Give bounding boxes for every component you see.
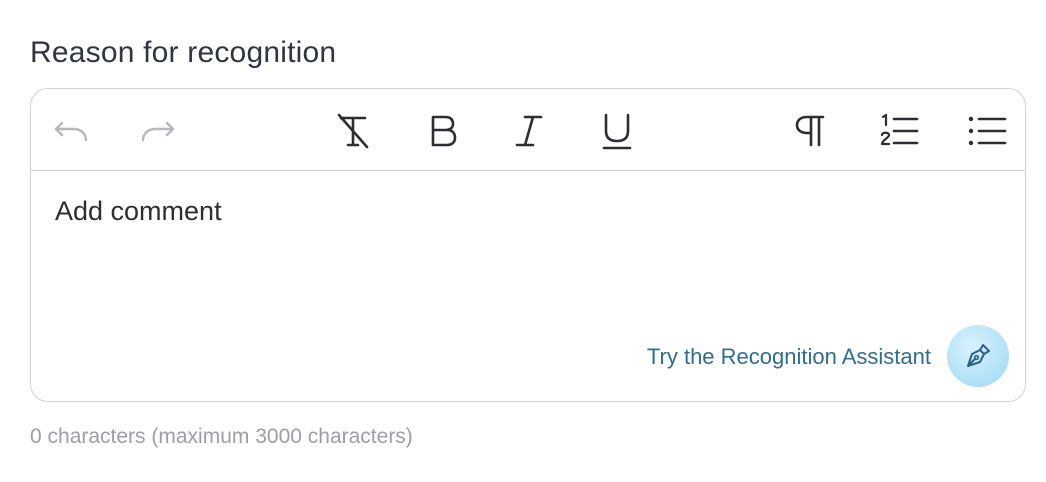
recognition-assistant-button[interactable]: [947, 325, 1009, 387]
editor-placeholder: Add comment: [55, 196, 222, 226]
ordered-list-icon: [880, 113, 919, 146]
underline-button[interactable]: [595, 109, 639, 153]
paragraph-button[interactable]: [789, 109, 833, 153]
pen-nib-icon: [967, 344, 990, 367]
bullet-list-button[interactable]: [965, 109, 1009, 153]
redo-icon: [141, 121, 175, 142]
italic-button[interactable]: [507, 109, 551, 153]
recognition-assistant-link[interactable]: Try the Recognition Assistant: [647, 341, 931, 373]
clear-formatting-button[interactable]: [331, 109, 375, 153]
field-label: Reason for recognition: [30, 36, 337, 69]
bullet-list-icon: [968, 116, 1007, 146]
character-count: 0 characters (maximum 3000 characters): [30, 425, 413, 448]
redo-button[interactable]: [137, 109, 181, 153]
underline-icon: [602, 113, 632, 150]
undo-button[interactable]: [48, 109, 92, 153]
italic-icon: [515, 115, 543, 147]
pilcrow-icon: [795, 115, 825, 147]
comment-editor-area[interactable]: Add comment: [55, 193, 1001, 229]
clear-formatting-icon: [337, 113, 369, 149]
bold-button[interactable]: [421, 109, 465, 153]
undo-icon: [54, 121, 88, 142]
bold-icon: [431, 115, 457, 147]
ordered-list-button[interactable]: [877, 109, 921, 153]
rich-text-editor: Add comment Try the Recognition Assistan…: [30, 88, 1026, 402]
editor-toolbar: [31, 89, 1025, 171]
